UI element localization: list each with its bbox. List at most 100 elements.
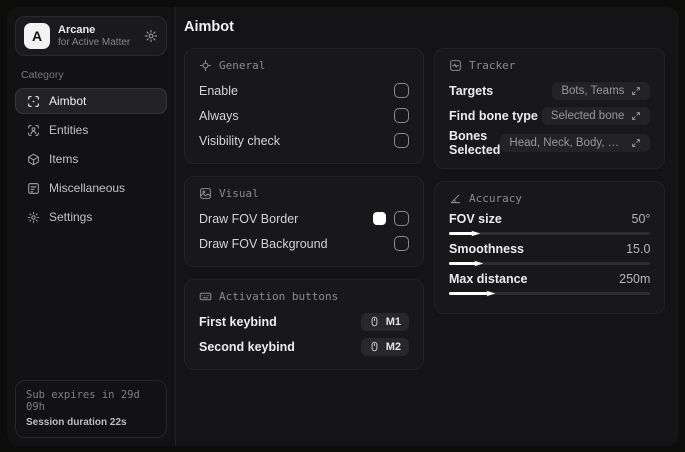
sidebar-item-items[interactable]: Items <box>15 146 167 172</box>
dropdown-value: Selected bone <box>550 109 625 122</box>
slider-top: Smoothness 15.0 <box>449 242 650 256</box>
sidebar-item-aimbot[interactable]: Aimbot <box>15 88 167 114</box>
main-content: Aimbot General Enable Always Visibility … <box>176 7 679 446</box>
slider-label: FOV size <box>449 212 502 226</box>
visual-card: Visual Draw FOV Border Draw FOV Backgrou… <box>184 176 424 267</box>
slider-top: FOV size 50° <box>449 212 650 226</box>
crosshair-scan-icon <box>27 95 40 108</box>
dropdown-label: Targets <box>449 83 494 98</box>
section-title: General <box>219 59 266 72</box>
dropdown-label: Bones Selected <box>449 129 501 157</box>
sidebar-nav: Aimbot Entities Items Miscellaneous Sett… <box>15 88 167 230</box>
second-keybind-button[interactable]: M2 <box>360 337 409 356</box>
slider-top: Max distance 250m <box>449 272 650 286</box>
app-logo: A <box>24 23 50 49</box>
enable-checkbox[interactable] <box>394 83 409 98</box>
slider-label: Smoothness <box>449 242 525 256</box>
expand-icon <box>631 111 641 121</box>
activation-card: Activation buttons First keybind M1 Seco… <box>184 279 424 370</box>
setting-row: Visibility check <box>199 129 409 152</box>
angle-icon <box>449 192 462 205</box>
setting-controls <box>373 211 409 226</box>
always-checkbox[interactable] <box>394 108 409 123</box>
image-icon <box>199 187 212 200</box>
slider-value: 50° <box>631 212 651 226</box>
right-column: Tracker Targets Bots, Teams Find bone ty… <box>434 48 666 314</box>
draw-fov-border-checkbox[interactable] <box>394 211 409 226</box>
keyboard-icon <box>199 290 212 303</box>
fov-size-slider[interactable] <box>449 232 651 235</box>
slider-fill <box>449 232 477 235</box>
gear-icon[interactable] <box>144 29 158 43</box>
mouse-icon <box>369 341 380 352</box>
visual-header: Visual <box>199 187 409 200</box>
max-distance-slider[interactable] <box>449 292 651 295</box>
section-title: Tracker <box>469 59 516 72</box>
sidebar-item-label: Entities <box>49 123 89 137</box>
find-bone-type-dropdown[interactable]: Selected bone <box>541 106 651 125</box>
dropdown-row: Find bone type Selected bone <box>449 104 651 127</box>
keybind-value: M1 <box>385 315 401 328</box>
keybind-label: Second keybind <box>199 339 295 354</box>
fov-border-color-swatch[interactable] <box>373 212 386 225</box>
sidebar: A Arcane for Active Matter Category Aimb… <box>7 7 176 446</box>
slider-value: 250m <box>619 272 651 286</box>
draw-fov-background-checkbox[interactable] <box>394 236 409 251</box>
sidebar-item-miscellaneous[interactable]: Miscellaneous <box>15 175 167 201</box>
brand-text: Arcane for Active Matter <box>58 24 130 48</box>
setting-label: Draw FOV Background <box>199 236 328 251</box>
keybind-value: M2 <box>385 340 401 353</box>
keybind-label: First keybind <box>199 314 277 329</box>
tracker-header: Tracker <box>449 59 650 72</box>
expand-icon <box>631 138 641 148</box>
section-title: Visual <box>219 187 259 200</box>
accuracy-header: Accuracy <box>449 192 650 205</box>
slider-fill <box>449 292 492 295</box>
sidebar-item-entities[interactable]: Entities <box>15 117 167 143</box>
setting-row: Draw FOV Background <box>199 232 409 255</box>
app-window: A Arcane for Active Matter Category Aimb… <box>7 7 679 446</box>
category-label: Category <box>21 69 64 81</box>
dropdown-label: Find bone type <box>449 108 538 123</box>
sidebar-item-settings[interactable]: Settings <box>15 204 167 230</box>
visibility-check-checkbox[interactable] <box>394 133 409 148</box>
mouse-icon <box>369 316 380 327</box>
slider-row: FOV size 50° <box>449 212 651 235</box>
slider-value: 15.0 <box>626 242 651 256</box>
smoothness-slider[interactable] <box>449 262 651 265</box>
setting-label: Draw FOV Border <box>199 211 299 226</box>
sidebar-item-label: Aimbot <box>49 94 87 108</box>
crosshair-icon <box>199 59 212 72</box>
keybind-row: Second keybind M2 <box>199 335 409 358</box>
sidebar-item-label: Settings <box>49 210 93 224</box>
first-keybind-button[interactable]: M1 <box>360 312 409 331</box>
subscription-panel: Sub expires in 29d 09h Session duration … <box>15 380 167 438</box>
sub-expires-text: Sub expires in 29d 09h <box>26 389 140 413</box>
accuracy-card: Accuracy FOV size 50° Smoothness 15.0 Ma… <box>434 181 666 314</box>
app-subtitle: for Active Matter <box>58 37 131 48</box>
targets-dropdown[interactable]: Bots, Teams <box>552 81 651 100</box>
page-title: Aimbot <box>184 19 234 35</box>
setting-row: Enable <box>199 79 409 102</box>
section-title: Activation buttons <box>219 290 339 303</box>
person-scan-icon <box>27 124 40 137</box>
brand-card: A Arcane for Active Matter <box>15 16 167 56</box>
slider-row: Smoothness 15.0 <box>449 242 651 265</box>
dropdown-value: Bots, Teams <box>561 84 625 97</box>
slider-row: Max distance 250m <box>449 272 651 295</box>
app-name: Arcane <box>58 24 96 36</box>
bones-selected-dropdown[interactable]: Head, Neck, Body, Pe… <box>500 134 651 152</box>
section-title: Accuracy <box>469 192 522 205</box>
session-duration-text: Session duration 22s <box>26 417 127 428</box>
layout-list-icon <box>27 182 40 195</box>
keybind-row: First keybind M1 <box>199 310 409 333</box>
setting-label: Visibility check <box>199 133 281 148</box>
dropdown-row: Targets Bots, Teams <box>449 79 651 102</box>
slider-label: Max distance <box>449 272 528 286</box>
activity-icon <box>449 59 462 72</box>
dropdown-row: Bones Selected Head, Neck, Body, Pe… <box>449 129 651 157</box>
setting-label: Always <box>199 108 239 123</box>
expand-icon <box>631 86 641 96</box>
gear-icon <box>27 211 40 224</box>
sidebar-item-label: Miscellaneous <box>49 181 126 195</box>
